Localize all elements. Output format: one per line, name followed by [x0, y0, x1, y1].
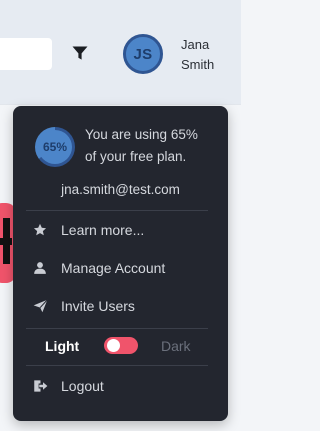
logout-icon [31, 377, 49, 395]
user-first-name: Jana [181, 37, 210, 52]
send-icon [31, 297, 49, 315]
user-name[interactable]: Jana Smith [181, 35, 241, 75]
menu-divider [26, 328, 208, 329]
plus-icon-bar [0, 238, 12, 245]
theme-dark-label[interactable]: Dark [161, 338, 191, 354]
theme-toggle-knob [107, 339, 120, 352]
usage-percent: 65% [38, 130, 72, 164]
account-dropdown: 65% You are using 65% of your free plan.… [13, 106, 228, 421]
filter-icon [72, 46, 88, 61]
menu-item-label: Learn more... [61, 222, 145, 238]
theme-toggle[interactable] [104, 337, 138, 354]
usage-text-line1: You are using 65% [85, 127, 198, 142]
search-input[interactable] [0, 38, 52, 70]
menu-item-manage-account[interactable]: Manage Account [26, 253, 208, 283]
menu-item-label: Manage Account [61, 260, 166, 276]
menu-item-logout[interactable]: Logout [26, 371, 208, 401]
menu-divider [26, 210, 208, 211]
usage-text-line2: of your free plan. [85, 149, 187, 164]
top-bar-divider [0, 104, 241, 105]
plan-usage: 65% You are using 65% of your free plan. [35, 124, 225, 170]
theme-switcher: Light Dark [13, 334, 228, 358]
usage-text: You are using 65% of your free plan. [85, 124, 225, 168]
avatar-initials: JS [133, 45, 153, 63]
menu-divider [26, 365, 208, 366]
avatar[interactable]: JS [123, 34, 163, 74]
theme-light-label[interactable]: Light [45, 338, 79, 354]
usage-ring: 65% [35, 127, 75, 167]
user-last-name: Smith [181, 57, 215, 72]
menu-item-learn-more[interactable]: Learn more... [26, 215, 208, 245]
menu-item-label: Invite Users [61, 298, 135, 314]
user-email: jna.smith@test.com [61, 182, 180, 197]
menu-item-label: Logout [61, 378, 104, 394]
filter-button[interactable] [70, 43, 90, 63]
star-icon [31, 221, 49, 239]
menu-item-invite-users[interactable]: Invite Users [26, 291, 208, 321]
user-icon [31, 259, 49, 277]
